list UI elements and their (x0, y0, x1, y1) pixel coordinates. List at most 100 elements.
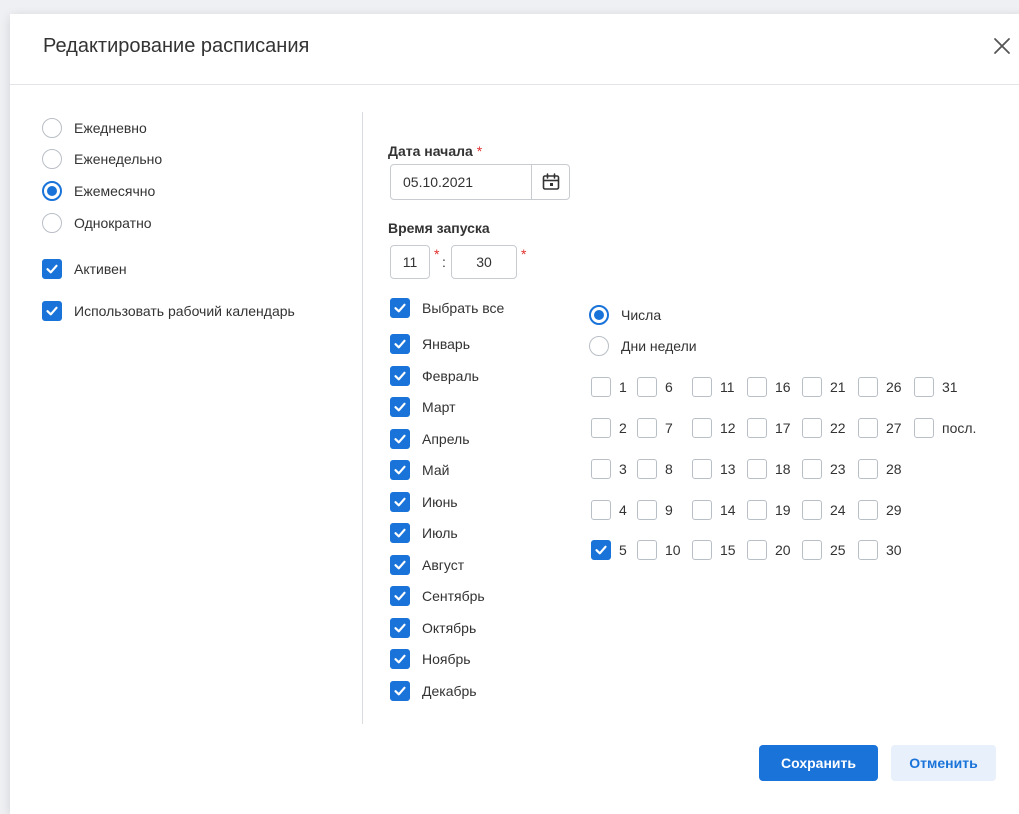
day-mode-option[interactable]: Дни недели (589, 336, 697, 356)
checkbox[interactable] (914, 377, 934, 397)
checkbox[interactable] (914, 418, 934, 438)
checkbox[interactable] (802, 540, 822, 560)
day-checkbox[interactable]: 29 (858, 500, 902, 520)
checkbox[interactable] (858, 418, 878, 438)
cancel-button[interactable]: Отменить (891, 745, 996, 781)
day-checkbox[interactable]: 28 (858, 459, 902, 479)
checkbox[interactable] (858, 540, 878, 560)
checkbox[interactable] (747, 500, 767, 520)
day-checkbox[interactable]: 13 (692, 459, 736, 479)
day-checkbox[interactable]: 30 (858, 540, 902, 560)
day-checkbox[interactable]: 27 (858, 418, 902, 438)
checkbox[interactable] (692, 459, 712, 479)
checkbox[interactable] (858, 500, 878, 520)
radio-button[interactable] (42, 213, 62, 233)
minutes-input[interactable]: 30 (451, 245, 517, 279)
checkbox[interactable] (637, 540, 657, 560)
day-checkbox[interactable]: 11 (692, 377, 735, 397)
day-checkbox[interactable]: 19 (747, 500, 791, 520)
checkbox[interactable] (390, 298, 410, 318)
checkbox[interactable] (42, 259, 62, 279)
day-checkbox[interactable]: 10 (637, 540, 681, 560)
frequency-option[interactable]: Однократно (42, 213, 152, 233)
checkbox[interactable] (692, 377, 712, 397)
month-checkbox[interactable]: Апрель (390, 428, 470, 449)
month-checkbox[interactable]: Сентябрь (390, 586, 485, 606)
checkbox[interactable] (802, 418, 822, 438)
checkbox[interactable] (390, 680, 410, 701)
checkbox[interactable] (858, 459, 878, 479)
checkbox[interactable] (858, 377, 878, 397)
checkbox[interactable] (390, 617, 410, 638)
checkbox[interactable] (390, 397, 410, 417)
radio-button[interactable] (42, 181, 62, 201)
day-checkbox[interactable]: 7 (637, 418, 673, 438)
month-checkbox[interactable]: Май (390, 460, 449, 480)
day-checkbox[interactable]: 22 (802, 418, 846, 438)
close-button[interactable] (990, 34, 1014, 58)
checkbox[interactable] (747, 459, 767, 479)
day-checkbox[interactable]: 12 (692, 418, 736, 438)
day-checkbox[interactable]: 18 (747, 459, 791, 479)
checkbox[interactable] (591, 459, 611, 479)
day-checkbox[interactable]: 5 (591, 540, 627, 560)
month-checkbox[interactable]: Июнь (390, 491, 458, 512)
day-checkbox[interactable]: 21 (802, 377, 846, 397)
checkbox[interactable] (591, 500, 611, 520)
radio-button[interactable] (42, 118, 62, 138)
day-checkbox[interactable]: 14 (692, 500, 736, 520)
month-checkbox[interactable]: Август (390, 554, 464, 575)
day-checkbox[interactable]: 1 (591, 377, 627, 397)
active-checkbox[interactable]: Активен (42, 259, 127, 279)
month-checkbox[interactable]: Ноябрь (390, 649, 471, 669)
day-checkbox[interactable]: 4 (591, 500, 627, 520)
checkbox[interactable] (637, 418, 657, 438)
checkbox[interactable] (591, 418, 611, 438)
day-checkbox[interactable]: 2 (591, 418, 627, 438)
month-checkbox[interactable]: Июль (390, 523, 458, 543)
checkbox[interactable] (390, 460, 410, 480)
day-checkbox[interactable]: 26 (858, 377, 902, 397)
checkbox[interactable] (390, 428, 410, 449)
day-checkbox[interactable]: 8 (637, 459, 673, 479)
day-checkbox[interactable]: 24 (802, 500, 846, 520)
checkbox[interactable] (591, 540, 611, 560)
month-checkbox[interactable]: Декабрь (390, 680, 477, 701)
day-checkbox[interactable]: 3 (591, 459, 627, 479)
checkbox[interactable] (747, 377, 767, 397)
checkbox[interactable] (747, 540, 767, 560)
day-checkbox[interactable]: 6 (637, 377, 673, 397)
calendar-button[interactable] (531, 165, 569, 199)
checkbox[interactable] (802, 500, 822, 520)
day-checkbox[interactable]: 16 (747, 377, 791, 397)
day-mode-option[interactable]: Числа (589, 305, 661, 325)
frequency-option[interactable]: Еженедельно (42, 149, 162, 169)
save-button[interactable]: Сохранить (759, 745, 878, 781)
checkbox[interactable] (390, 554, 410, 575)
checkbox[interactable] (747, 418, 767, 438)
month-checkbox[interactable]: Февраль (390, 365, 479, 386)
day-checkbox[interactable]: 20 (747, 540, 791, 560)
frequency-option[interactable]: Ежедневно (42, 118, 147, 138)
checkbox[interactable] (390, 523, 410, 543)
radio-button[interactable] (589, 305, 609, 325)
month-checkbox[interactable]: Март (390, 397, 456, 417)
checkbox[interactable] (390, 649, 410, 669)
checkbox[interactable] (591, 377, 611, 397)
checkbox[interactable] (390, 365, 410, 386)
day-checkbox[interactable]: 31 (914, 377, 958, 397)
frequency-option[interactable]: Ежемесячно (42, 181, 155, 201)
day-checkbox[interactable]: посл. (914, 418, 976, 438)
radio-button[interactable] (589, 336, 609, 356)
checkbox[interactable] (692, 540, 712, 560)
checkbox[interactable] (42, 301, 62, 321)
day-checkbox[interactable]: 15 (692, 540, 736, 560)
checkbox[interactable] (692, 418, 712, 438)
day-checkbox[interactable]: 23 (802, 459, 846, 479)
work-calendar-checkbox[interactable]: Использовать рабочий календарь (42, 301, 295, 321)
radio-button[interactable] (42, 149, 62, 169)
checkbox[interactable] (802, 459, 822, 479)
checkbox[interactable] (637, 500, 657, 520)
checkbox[interactable] (390, 334, 410, 354)
day-checkbox[interactable]: 17 (747, 418, 791, 438)
